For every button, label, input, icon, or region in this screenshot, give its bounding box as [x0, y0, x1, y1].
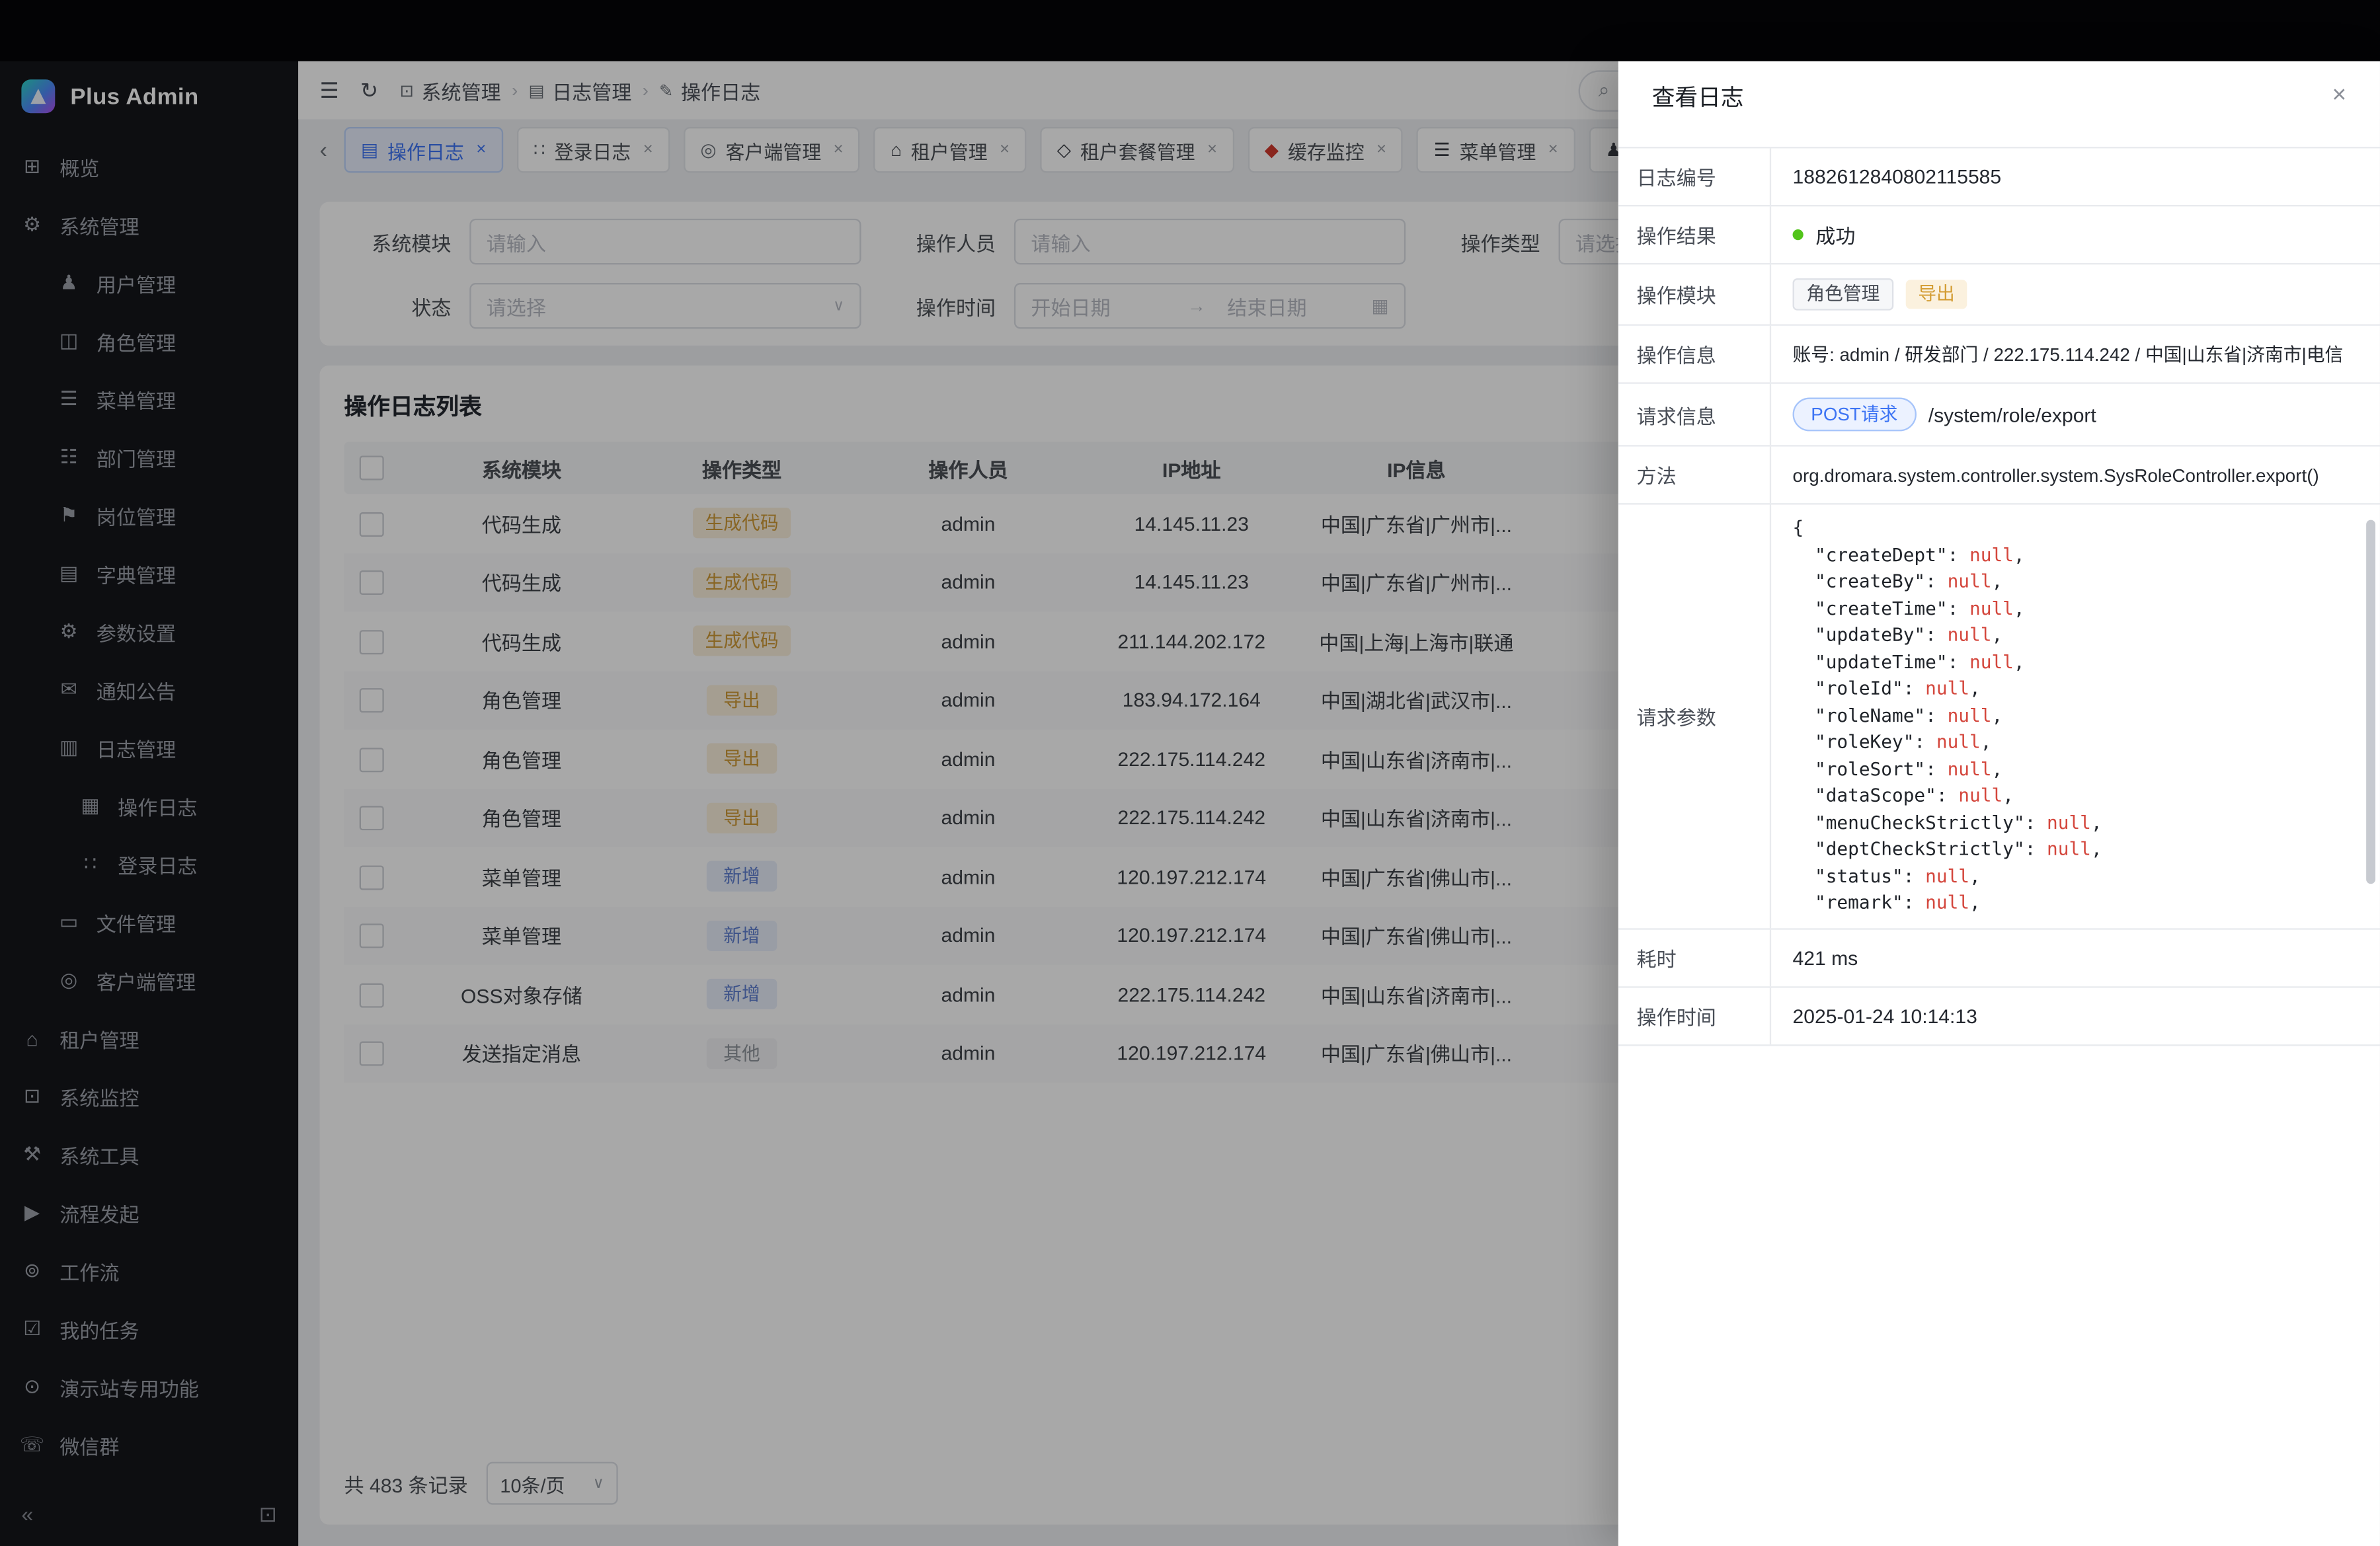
detail-value-method: org.dromara.system.controller.system.Sys…	[1771, 447, 2380, 504]
module-tag: 角色管理	[1793, 278, 1894, 311]
drawer-header: 查看日志 ×	[1618, 61, 2380, 132]
detail-row-duration: 耗时 421 ms	[1618, 930, 2380, 988]
close-icon[interactable]: ×	[2332, 83, 2346, 110]
request-url: /system/role/export	[1928, 403, 2096, 426]
detail-value-time: 2025-01-24 10:14:13	[1771, 988, 2380, 1045]
detail-row-result: 操作结果 成功	[1618, 206, 2380, 264]
detail-value-result: 成功	[1771, 206, 2380, 263]
detail-row-method: 方法 org.dromara.system.controller.system.…	[1618, 447, 2380, 505]
status-text: 成功	[1815, 220, 1855, 249]
log-detail-table: 日志编号 1882612840802115585 操作结果 成功 操作模块 角色…	[1618, 147, 2380, 1046]
detail-row-time: 操作时间 2025-01-24 10:14:13	[1618, 988, 2380, 1046]
detail-value-params: { "createDept": null, "createBy": null, …	[1771, 504, 2380, 928]
post-method-tag: POST请求	[1793, 398, 1917, 432]
detail-row-module: 操作模块 角色管理 导出	[1618, 264, 2380, 326]
detail-label: 耗时	[1618, 930, 1771, 987]
detail-label: 请求信息	[1618, 384, 1771, 445]
status-success-dot	[1793, 229, 1804, 240]
detail-row-params: 请求参数 { "createDept": null, "createBy": n…	[1618, 504, 2380, 929]
detail-label: 操作模块	[1618, 264, 1771, 324]
view-log-drawer: 查看日志 × 日志编号 1882612840802115585 操作结果 成功 …	[1618, 61, 2380, 1546]
detail-row-log-id: 日志编号 1882612840802115585	[1618, 148, 2380, 206]
detail-value-module: 角色管理 导出	[1771, 264, 2380, 324]
action-tag: 导出	[1906, 280, 1967, 309]
app-stage: Plus Admin ⊞ 概览 ⚙ 系统管理 ♟ 用户管理	[0, 0, 2380, 1546]
request-params-code[interactable]: { "createDept": null, "createBy": null, …	[1771, 504, 2380, 928]
detail-label: 操作结果	[1618, 206, 1771, 263]
detail-label: 操作信息	[1618, 326, 1771, 383]
detail-value-request: POST请求 /system/role/export	[1771, 384, 2380, 445]
detail-label: 操作时间	[1618, 988, 1771, 1045]
detail-row-request: 请求信息 POST请求 /system/role/export	[1618, 384, 2380, 447]
detail-value-duration: 421 ms	[1771, 930, 2380, 987]
detail-value-info: 账号: admin / 研发部门 / 222.175.114.242 / 中国|…	[1771, 326, 2380, 383]
detail-value-log-id: 1882612840802115585	[1771, 148, 2380, 205]
detail-label: 请求参数	[1618, 504, 1771, 928]
scrollbar-thumb[interactable]	[2366, 520, 2375, 884]
drawer-title: 查看日志	[1652, 80, 1744, 112]
detail-row-info: 操作信息 账号: admin / 研发部门 / 222.175.114.242 …	[1618, 326, 2380, 384]
detail-label: 方法	[1618, 447, 1771, 504]
detail-label: 日志编号	[1618, 148, 1771, 205]
